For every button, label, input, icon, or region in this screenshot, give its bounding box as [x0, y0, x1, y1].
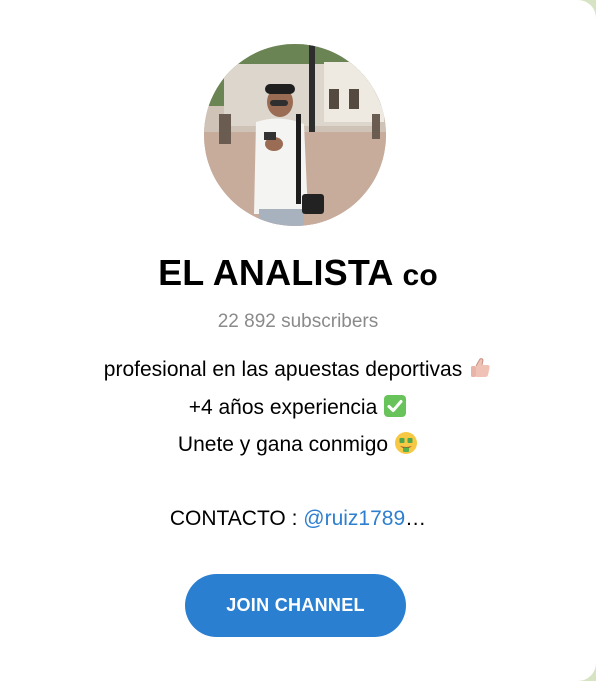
description-line-3: Unete y gana conmigo [0, 431, 596, 457]
thumbs-up-icon [471, 358, 490, 377]
description-line-2: +4 años experiencia [0, 394, 596, 420]
channel-name: EL ANALISTA [158, 252, 393, 293]
join-channel-button[interactable]: JOIN CHANNEL [185, 574, 406, 637]
description-line-1: profesional en las apuestas deportivas [0, 356, 596, 382]
description-text-2: +4 años experiencia [188, 396, 378, 419]
description-text-1: profesional en las apuestas deportivas [103, 358, 463, 381]
contact-ellipsis: … [405, 507, 427, 530]
contact-handle-link[interactable]: @ruiz1789 [303, 507, 405, 530]
subscriber-count: 22 892 subscribers [217, 311, 379, 332]
description-text-3: Unete y gana conmigo [177, 433, 389, 456]
avatar-photo [204, 44, 386, 226]
channel-avatar[interactable] [204, 44, 386, 226]
check-mark-button-icon [384, 395, 407, 417]
contact-label: CONTACTO : [169, 507, 298, 530]
channel-card: EL ANALISTA co 22 892 subscribers profes… [0, 0, 596, 681]
contact-line: CONTACTO : @ruiz1789… [0, 507, 596, 531]
money-mouth-face-icon [395, 432, 418, 454]
channel-title: EL ANALISTA co [0, 252, 596, 294]
channel-name-suffix: co [402, 259, 438, 292]
